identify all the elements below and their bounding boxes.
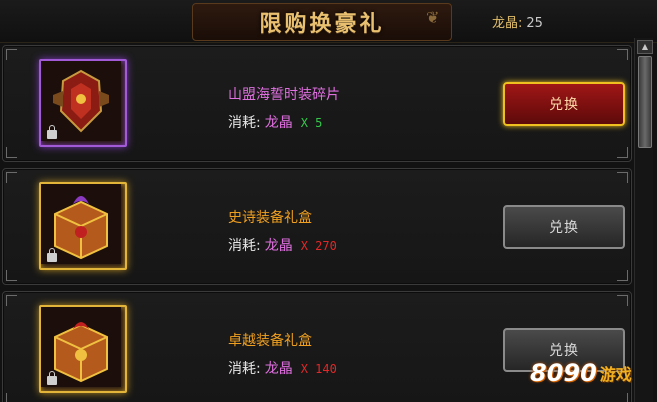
item-name: 卓越装备礼盒 (228, 333, 312, 349)
cost-currency: 龙晶 (264, 238, 293, 254)
title-banner: 限购换豪礼 (192, 3, 452, 41)
currency-label: 龙晶: (492, 16, 523, 31)
lock-icon (47, 125, 57, 139)
lock-icon (47, 248, 57, 262)
list-item: 山盟海誓时装碎片 消耗: 龙晶 X 5 兑换 (2, 45, 632, 162)
exchange-button[interactable]: 兑换 (503, 205, 625, 249)
scroll-up-icon[interactable]: ▲ (637, 40, 653, 54)
watermark-logo: 8090 游戏 (530, 350, 650, 396)
scrollbar[interactable]: ▲ (634, 38, 653, 402)
cost-label: 消耗: (228, 238, 261, 254)
watermark-text: 游戏 (599, 365, 632, 384)
currency-display: 龙晶: 25 (492, 12, 543, 31)
list-item: 史诗装备礼盒 消耗: 龙晶 X 270 兑换 (2, 168, 632, 285)
exchange-list: 山盟海誓时装碎片 消耗: 龙晶 X 5 兑换 史诗装备礼盒 消耗: 龙晶 X 270 兑… (0, 45, 632, 402)
cost-currency: 龙晶 (264, 361, 293, 377)
item-name: 山盟海誓时装碎片 (228, 87, 340, 103)
cost-line: 消耗: 龙晶 X 270 (228, 235, 337, 255)
cost-label: 消耗: (228, 115, 261, 131)
item-name: 史诗装备礼盒 (228, 210, 312, 226)
currency-amount: 25 (526, 16, 543, 31)
lock-icon (47, 371, 57, 385)
header: ❦ 限购换豪礼 ❦ 龙晶:25 (0, 0, 657, 43)
exchange-button[interactable]: 兑换 (503, 82, 625, 126)
watermark-digits: 8090 (530, 359, 597, 387)
item-icon[interactable] (39, 305, 127, 393)
cost-line: 消耗: 龙晶 X 5 (228, 112, 322, 132)
cost-amount: X 5 (300, 116, 323, 130)
cost-currency: 龙晶 (264, 115, 293, 131)
cost-amount: X 270 (300, 239, 337, 253)
page-title: 限购换豪礼 (259, 12, 385, 37)
cost-line: 消耗: 龙晶 X 140 (228, 358, 337, 378)
item-icon[interactable] (39, 182, 127, 270)
cost-amount: X 140 (300, 362, 337, 376)
item-icon[interactable] (39, 59, 127, 147)
cost-label: 消耗: (228, 361, 261, 377)
ornament-right-icon: ❦ (426, 8, 440, 27)
scroll-thumb[interactable] (638, 56, 652, 148)
